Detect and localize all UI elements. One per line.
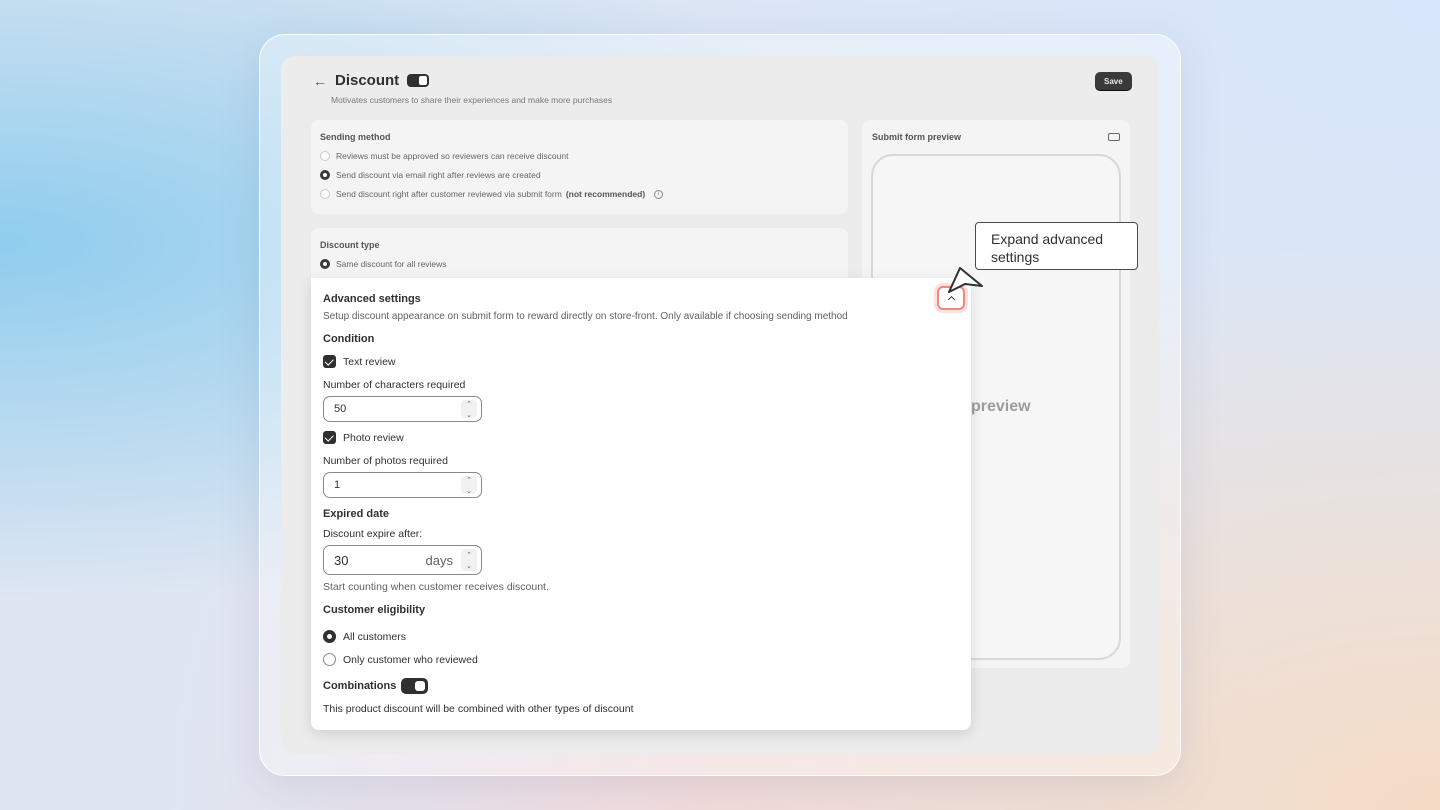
advanced-settings-title: Advanced settings <box>323 293 421 305</box>
photos-value: 1 <box>334 479 341 491</box>
preview-title: Submit form preview <box>872 132 962 142</box>
radio-button[interactable] <box>323 653 336 666</box>
expire-input[interactable]: 30 days ⌃ ⌃ <box>323 545 482 575</box>
arrow-left-icon[interactable]: ← <box>313 73 327 89</box>
info-icon[interactable]: i <box>654 189 664 199</box>
expire-value: 30 <box>334 552 349 568</box>
annotation-tooltip: Expand advanced settings <box>975 222 1138 270</box>
expire-suffix: days <box>425 552 453 568</box>
characters-value: 50 <box>334 403 347 415</box>
discount-toggle[interactable] <box>407 74 430 87</box>
expire-label: Discount expire after: <box>323 528 423 540</box>
expired-date-title: Expired date <box>323 508 390 520</box>
sending-option-approved[interactable]: Reviews must be approved so reviewers ca… <box>320 151 663 161</box>
condition-title: Condition <box>323 333 375 345</box>
radio-button[interactable] <box>320 189 330 199</box>
page-subtitle: Motivates customers to share their exper… <box>331 95 613 105</box>
not-recommended-label: (not recommended) <box>565 189 646 199</box>
cursor-arrow-icon <box>948 267 983 293</box>
advanced-settings-subtitle: Setup discount appearance on submit form… <box>323 311 848 322</box>
photo-review-label: Photo review <box>343 431 404 444</box>
text-review-checkbox[interactable] <box>323 355 336 368</box>
advanced-settings-panel: Advanced settings Setup discount appeara… <box>311 278 971 730</box>
page-title: Discount <box>335 72 400 89</box>
photo-review-checkbox-row[interactable]: Photo review <box>323 431 404 444</box>
radio-button[interactable] <box>320 151 330 161</box>
radio-button[interactable] <box>320 170 330 180</box>
expire-help-text: Start counting when customer receives di… <box>323 581 549 593</box>
characters-label: Number of characters required <box>323 379 466 391</box>
option-label: Only customer who reviewed <box>343 653 478 666</box>
text-review-checkbox-row[interactable]: Text review <box>323 355 396 368</box>
sending-option-submit-form[interactable]: Send discount right after customer revie… <box>320 189 664 199</box>
photos-stepper[interactable]: ⌃ ⌃ <box>461 476 477 494</box>
expire-stepper[interactable]: ⌃ ⌃ <box>461 549 477 571</box>
characters-input[interactable]: 50 ⌃ ⌃ <box>323 396 482 422</box>
eligibility-title: Customer eligibility <box>323 604 426 616</box>
combinations-title: Combinations <box>323 680 397 692</box>
eligibility-option-all[interactable]: All customers <box>323 630 406 643</box>
discount-type-option-same[interactable]: Same discount for all reviews <box>320 259 447 269</box>
photos-input[interactable]: 1 ⌃ ⌃ <box>323 472 482 498</box>
option-label: Reviews must be approved so reviewers ca… <box>336 151 569 161</box>
radio-button[interactable] <box>320 259 330 269</box>
text-review-label: Text review <box>343 355 396 368</box>
sending-method-card: Sending method Reviews must be approved … <box>311 120 848 214</box>
photo-review-checkbox[interactable] <box>323 431 336 444</box>
preview-placeholder: preview <box>971 398 1031 415</box>
discount-type-title: Discount type <box>320 240 380 250</box>
combinations-row: Combinations <box>323 678 429 694</box>
option-label: All customers <box>343 630 407 643</box>
photos-label: Number of photos required <box>323 455 448 467</box>
characters-stepper[interactable]: ⌃ ⌃ <box>461 400 477 418</box>
option-label: Send discount right after customer revie… <box>336 189 562 199</box>
page-header: ← Discount Motivates customers to share … <box>313 72 612 105</box>
combinations-toggle[interactable] <box>401 678 429 694</box>
combinations-help-text: This product discount will be combined w… <box>323 703 634 715</box>
option-label: Same discount for all reviews <box>336 259 447 269</box>
radio-button[interactable] <box>323 630 336 643</box>
desktop-icon[interactable] <box>1108 132 1120 142</box>
sending-method-title: Sending method <box>320 132 391 142</box>
option-label: Send discount via email right after revi… <box>336 170 541 180</box>
save-button[interactable]: Save <box>1095 72 1132 90</box>
sending-option-email[interactable]: Send discount via email right after revi… <box>320 170 663 180</box>
eligibility-option-reviewed[interactable]: Only customer who reviewed <box>323 653 478 666</box>
